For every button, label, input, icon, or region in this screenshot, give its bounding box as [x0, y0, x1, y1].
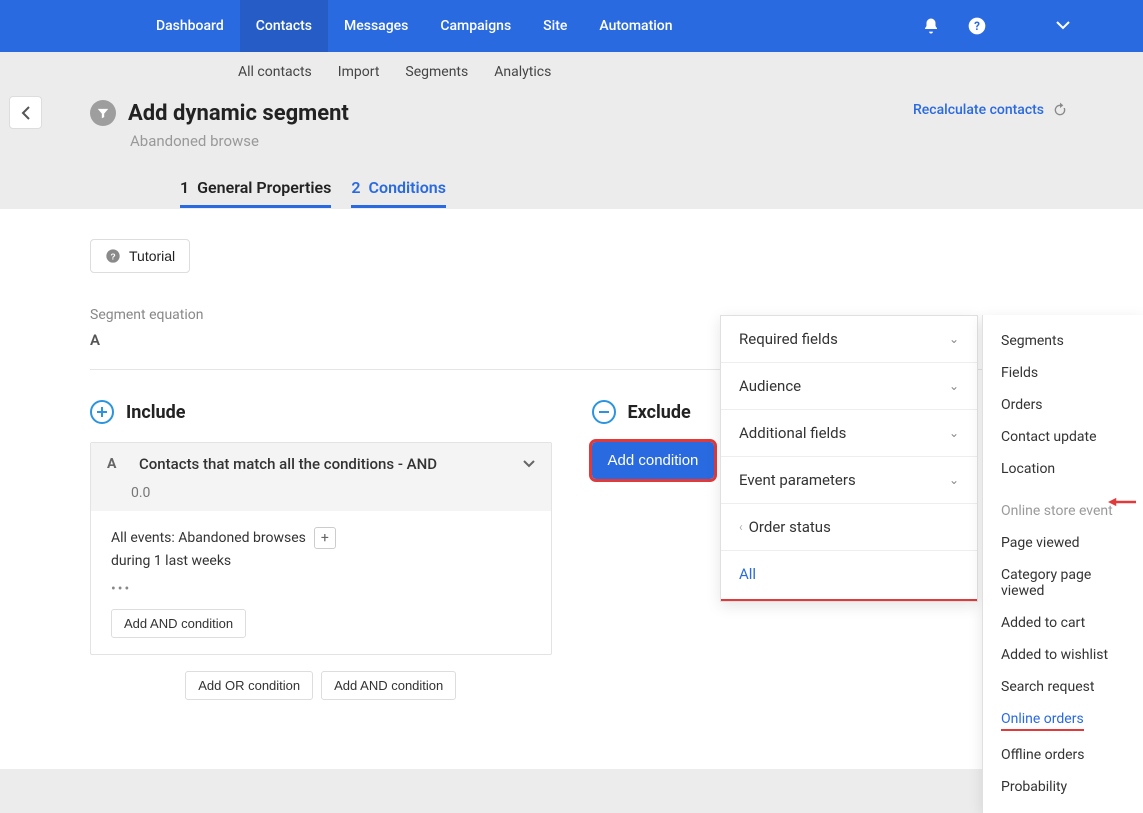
- list-added-to-wishlist[interactable]: Added to wishlist: [983, 639, 1143, 671]
- card-title: Contacts that match all the conditions -…: [139, 455, 437, 473]
- include-title: Include: [126, 402, 185, 423]
- notifications-icon[interactable]: [911, 6, 951, 46]
- condition-card-a: A Contacts that match all the conditions…: [90, 442, 552, 655]
- chevron-down-icon: ⌄: [949, 473, 959, 487]
- list-orders[interactable]: Orders: [983, 389, 1143, 421]
- step-tabs: 1 General Properties 2 Conditions: [180, 170, 963, 209]
- popover-additional-fields[interactable]: Additional fields ⌄: [721, 410, 977, 457]
- nav-campaigns[interactable]: Campaigns: [424, 0, 527, 52]
- list-probability[interactable]: Probability: [983, 771, 1143, 803]
- chevron-down-icon: ⌄: [949, 426, 959, 440]
- subnav-analytics[interactable]: Analytics: [494, 58, 551, 86]
- page-subtitle: Abandoned browse: [130, 132, 1053, 150]
- chevron-down-icon: ⌄: [949, 379, 959, 393]
- add-and-button[interactable]: Add AND condition: [321, 671, 456, 700]
- help-circle-icon: ?: [105, 248, 121, 264]
- help-icon[interactable]: ?: [957, 6, 997, 46]
- exclude-minus-icon[interactable]: [592, 400, 616, 424]
- page-header: Add dynamic segment Abandoned browse Rec…: [0, 92, 1143, 209]
- list-search-request[interactable]: Search request: [983, 671, 1143, 703]
- event-line-2: during 1 last weeks: [111, 553, 531, 569]
- card-letter: A: [107, 456, 125, 472]
- subnav-all-contacts[interactable]: All contacts: [238, 58, 312, 86]
- card-score: 0.0: [91, 485, 551, 511]
- annotation-arrow-icon: [1108, 495, 1136, 509]
- sub-nav: All contacts Import Segments Analytics: [0, 52, 1143, 92]
- exclude-title: Exclude: [628, 402, 691, 423]
- refresh-icon: [1052, 102, 1068, 118]
- svg-text:?: ?: [974, 19, 980, 33]
- step-general-properties[interactable]: 1 General Properties: [180, 170, 331, 208]
- recalculate-label: Recalculate contacts: [913, 102, 1044, 118]
- subnav-import[interactable]: Import: [338, 58, 380, 86]
- popover-order-status[interactable]: ‹ Order status: [721, 504, 977, 551]
- popover-audience[interactable]: Audience ⌄: [721, 363, 977, 410]
- nav-contacts[interactable]: Contacts: [240, 0, 328, 52]
- chevron-down-icon: ⌄: [949, 332, 959, 346]
- list-fields[interactable]: Fields: [983, 357, 1143, 389]
- svg-text:?: ?: [110, 251, 115, 261]
- top-nav: Dashboard Contacts Messages Campaigns Si…: [0, 0, 1143, 52]
- nav-site[interactable]: Site: [527, 0, 583, 52]
- page-title: Add dynamic segment: [128, 101, 349, 126]
- popover-event-parameters[interactable]: Event parameters ⌄: [721, 457, 977, 504]
- popover-required-fields[interactable]: Required fields ⌄: [721, 316, 977, 363]
- nav-dashboard[interactable]: Dashboard: [140, 0, 240, 52]
- subnav-segments[interactable]: Segments: [405, 58, 468, 86]
- card-header[interactable]: A Contacts that match all the conditions…: [91, 443, 551, 485]
- chevron-down-icon: [523, 460, 535, 468]
- list-contact-update[interactable]: Contact update: [983, 421, 1143, 453]
- include-plus-icon[interactable]: [90, 400, 114, 424]
- segment-icon: [90, 100, 116, 126]
- list-added-to-cart[interactable]: Added to cart: [983, 607, 1143, 639]
- include-column: Include A Contacts that match all the co…: [90, 400, 552, 700]
- nav-automation[interactable]: Automation: [583, 0, 688, 52]
- popover-all[interactable]: All: [721, 551, 977, 601]
- condition-type-popover: Required fields ⌄ Audience ⌄ Additional …: [720, 315, 978, 602]
- list-online-orders[interactable]: Online orders: [1001, 711, 1084, 731]
- add-or-button[interactable]: Add OR condition: [185, 671, 313, 700]
- nav-messages[interactable]: Messages: [328, 0, 424, 52]
- list-offline-orders[interactable]: Offline orders: [983, 739, 1143, 771]
- event-line-1: All events: Abandoned browses: [111, 530, 306, 546]
- tutorial-button[interactable]: ? Tutorial: [90, 239, 190, 273]
- add-condition-button[interactable]: Add condition: [592, 442, 715, 479]
- condition-list-popover: Segments Fields Orders Contact update Lo…: [982, 315, 1143, 813]
- list-location[interactable]: Location: [983, 453, 1143, 485]
- list-category-page-viewed[interactable]: Category page viewed: [983, 559, 1143, 607]
- step-conditions[interactable]: 2 Conditions: [351, 170, 446, 208]
- tutorial-label: Tutorial: [129, 248, 175, 264]
- more-icon[interactable]: •••: [111, 581, 531, 597]
- account-dropdown[interactable]: [1043, 6, 1083, 46]
- list-page-viewed[interactable]: Page viewed: [983, 527, 1143, 559]
- add-event-button[interactable]: +: [314, 527, 336, 549]
- chevron-left-icon: ‹: [739, 520, 743, 534]
- recalculate-link[interactable]: Recalculate contacts: [913, 102, 1068, 118]
- card-add-and-button[interactable]: Add AND condition: [111, 609, 246, 638]
- list-segments[interactable]: Segments: [983, 325, 1143, 357]
